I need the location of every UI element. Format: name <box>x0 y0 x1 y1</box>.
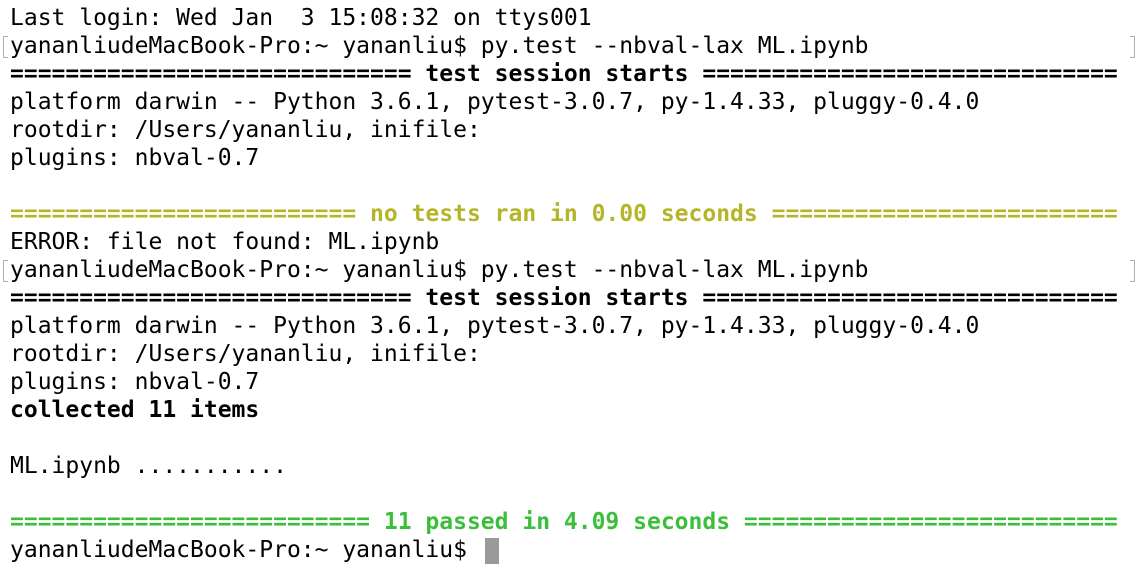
terminal-line-test-progress: ML.ipynb ........... <box>10 453 287 479</box>
terminal-line-collected: collected 11 items <box>10 397 260 423</box>
terminal-window[interactable]: Last login: Wed Jan 3 15:08:32 on ttys00… <box>0 0 1140 584</box>
terminal-line-session-header: ============================= test sessi… <box>10 285 1118 311</box>
terminal-line-command: yananliudeMacBook-Pro:~ yananliu$ py.tes… <box>10 33 869 59</box>
terminal-line-last-login: Last login: Wed Jan 3 15:08:32 on ttys00… <box>10 5 592 31</box>
prompt-mark-end-icon <box>1130 260 1135 282</box>
terminal-line-error: ERROR: file not found: ML.ipynb <box>10 229 440 255</box>
terminal-line-current-prompt[interactable]: yananliudeMacBook-Pro:~ yananliu$ <box>10 536 481 564</box>
prompt-mark-icon <box>3 260 8 282</box>
terminal-line-plugins: plugins: nbval-0.7 <box>10 145 260 171</box>
terminal-line-command: yananliudeMacBook-Pro:~ yananliu$ py.tes… <box>10 257 869 283</box>
terminal-line-plugins: plugins: nbval-0.7 <box>10 369 260 395</box>
terminal-line-rootdir: rootdir: /Users/yananliu, inifile: <box>10 117 481 143</box>
terminal-line-platform: platform darwin -- Python 3.6.1, pytest-… <box>10 89 980 115</box>
prompt-mark-icon <box>3 36 8 58</box>
terminal-line-no-tests-summary: ========================= no tests ran i… <box>10 201 1118 227</box>
text-cursor <box>485 538 499 564</box>
terminal-line-session-header: ============================= test sessi… <box>10 61 1118 87</box>
terminal-line-platform: platform darwin -- Python 3.6.1, pytest-… <box>10 313 980 339</box>
terminal-line-rootdir: rootdir: /Users/yananliu, inifile: <box>10 341 481 367</box>
terminal-line-passed-summary: ========================== 11 passed in … <box>10 509 1118 535</box>
prompt-mark-end-icon <box>1130 36 1135 58</box>
